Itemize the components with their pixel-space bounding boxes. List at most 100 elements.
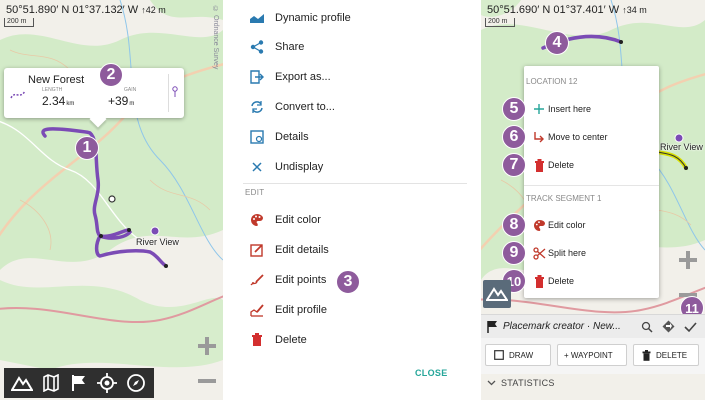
palette-icon [532, 218, 546, 232]
ctx-label: Split here [548, 248, 587, 258]
coords-text: 50°51.890′ N 01°37.132′ W [6, 4, 139, 16]
menu-item-share[interactable]: Share [223, 33, 481, 61]
menu-label: Edit color [275, 214, 321, 226]
section-header-edit: EDIT [245, 188, 265, 197]
menu-label: Share [275, 41, 305, 53]
length-value: 2.34km [42, 94, 74, 108]
scissors-icon [532, 246, 546, 260]
step-badge-5: 5 [502, 97, 526, 121]
search-icon[interactable] [641, 321, 653, 333]
flag-icon [71, 375, 85, 391]
popup-title: New Forest [28, 74, 85, 86]
trash-icon [249, 332, 265, 348]
menu-item-delete[interactable]: Delete [223, 326, 481, 354]
editor-actions: DRAW + WAYPOINT DELETE [481, 338, 705, 374]
scale-bar: 200 m [4, 18, 34, 27]
palette-icon [249, 212, 265, 228]
section-header-location: LOCATION 12 [526, 77, 578, 86]
menu-item-edit-profile[interactable]: Edit profile [223, 296, 481, 324]
map-credit: © Ordnance Survey [212, 6, 219, 70]
scale-bar: 200 m [485, 18, 515, 27]
draw-button[interactable]: DRAW [485, 344, 551, 366]
menu-label: Edit profile [275, 304, 327, 316]
profile-chart-icon [249, 10, 265, 26]
share-icon [249, 39, 265, 55]
ctx-item-edit-color[interactable]: Edit color [524, 212, 659, 238]
map-button[interactable] [39, 371, 63, 395]
close-button[interactable]: CLOSE [415, 368, 448, 378]
delete-label: DELETE [656, 350, 688, 360]
menu-item-undisplay[interactable]: Undisplay [223, 153, 481, 181]
delete-button[interactable]: DELETE [633, 344, 699, 366]
trash-icon [532, 158, 546, 172]
bottom-toolbar [4, 368, 154, 398]
ctx-label: Insert here [548, 104, 592, 114]
menu-label: Edit points [275, 274, 327, 286]
menu-item-convert[interactable]: Convert to... [223, 93, 481, 121]
menu-item-edit-details[interactable]: Edit details [223, 236, 481, 264]
menu-label: Convert to... [275, 101, 335, 113]
compass-button[interactable] [124, 371, 148, 395]
length-unit: km [66, 101, 75, 107]
section-header-track-segment: TRACK SEGMENT 1 [526, 194, 602, 203]
ctx-label: Move to center [548, 132, 608, 142]
draw-label: DRAW [509, 350, 534, 360]
step-badge-1: 1 [75, 136, 99, 160]
move-center-icon [532, 130, 546, 144]
ctx-item-delete-location[interactable]: Delete [524, 152, 659, 178]
menu-label: Export as... [275, 71, 331, 83]
statistics-label: STATISTICS [501, 378, 555, 388]
ctx-item-delete-segment[interactable]: Delete [524, 268, 659, 294]
statistics-toggle[interactable]: STATISTICS [487, 378, 555, 388]
ctx-item-insert-here[interactable]: Insert here [524, 96, 659, 122]
locate-button[interactable] [95, 371, 119, 395]
step-badge-6: 6 [502, 125, 526, 149]
menu-item-details[interactable]: Details [223, 123, 481, 151]
zoom-out-button[interactable] [196, 370, 218, 392]
profile-pin-icon[interactable] [171, 86, 179, 98]
zoom-in-button[interactable] [677, 249, 699, 271]
edit-details-icon [249, 242, 265, 258]
navigate-icon[interactable] [662, 320, 675, 333]
length-label: LENGTH [42, 87, 63, 93]
coords-text: 50°51.690′ N 01°37.401′ W [487, 4, 620, 16]
menu-item-edit-color[interactable]: Edit color [223, 206, 481, 234]
map-canvas-left[interactable] [0, 0, 223, 400]
ctx-label: Edit color [548, 220, 586, 230]
step-badge-7: 7 [502, 153, 526, 177]
flag-button[interactable] [67, 371, 91, 395]
export-icon [249, 69, 265, 85]
ctx-item-move-to-center[interactable]: Move to center [524, 124, 659, 150]
waypoint-button[interactable]: + WAYPOINT [557, 344, 627, 366]
app-logo-button[interactable] [483, 280, 511, 308]
gain-label: GAIN [124, 87, 137, 93]
map-icon [42, 374, 59, 392]
ctx-item-split-here[interactable]: Split here [524, 240, 659, 266]
close-x-icon [249, 159, 265, 175]
chevron-down-icon [487, 380, 496, 386]
menu-item-export[interactable]: Export as... [223, 63, 481, 91]
menu-divider [243, 183, 467, 184]
locate-icon [97, 373, 118, 393]
trash-icon [642, 349, 651, 361]
zoom-in-button[interactable] [196, 335, 218, 357]
place-label-river-view: River View [136, 237, 179, 247]
app-logo-button[interactable] [10, 371, 34, 395]
ctx-label: Delete [548, 276, 575, 286]
gain-number: +39 [108, 94, 129, 108]
app-logo-icon [486, 287, 508, 301]
left-map-panel[interactable]: 50°51.890′ N 01°37.132′ W ↑42 m 200 m © O… [0, 0, 223, 400]
edit-profile-icon [249, 302, 265, 318]
menu-label: Details [275, 131, 309, 143]
menu-item-dynamic-profile[interactable]: Dynamic profile [223, 4, 481, 32]
compass-icon [126, 374, 145, 392]
popup-separator [168, 74, 169, 112]
track-info-popup[interactable]: New Forest LENGTH 2.34km GAIN +39m [4, 68, 184, 118]
trash-icon [532, 274, 546, 288]
right-map-panel[interactable]: 50°51.690′ N 01°37.401′ W ↑34 m 200 m Riv… [481, 0, 705, 400]
checkmark-icon[interactable] [684, 321, 697, 333]
menu-label: Dynamic profile [275, 12, 351, 24]
checkbox-icon [494, 350, 504, 360]
place-label-river-view: River View [660, 142, 703, 152]
gain-value: +39m [108, 94, 134, 108]
